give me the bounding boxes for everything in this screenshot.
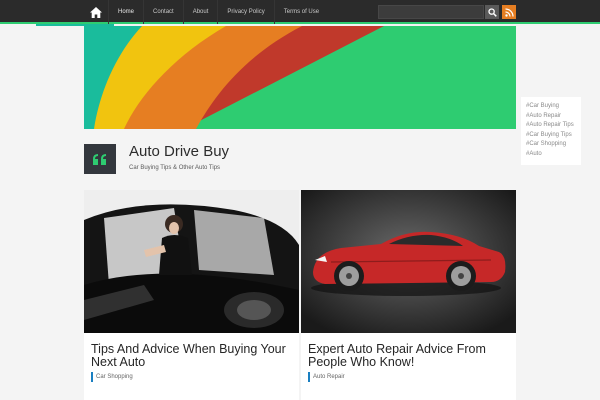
nav-item-terms-of-use[interactable]: Terms of Use — [273, 0, 328, 24]
home-icon[interactable] — [84, 0, 108, 24]
site-title[interactable]: Auto Drive Buy — [129, 143, 229, 160]
tag-auto-repair-tips[interactable]: #Auto Repair Tips — [526, 121, 576, 131]
post-category[interactable]: Auto Repair — [308, 372, 345, 382]
post-title[interactable]: Expert Auto Repair Advice From People Wh… — [308, 343, 513, 369]
post-card: Tips And Advice When Buying Your Next Au… — [84, 190, 299, 400]
post-category[interactable]: Car Shopping — [91, 372, 133, 382]
post-thumbnail[interactable] — [301, 190, 516, 333]
quote-icon[interactable] — [84, 144, 116, 174]
nav-item-about[interactable]: About — [182, 0, 218, 24]
hero-banner — [84, 26, 516, 129]
site-tagline: Car Buying Tips & Other Auto Tips — [129, 165, 221, 171]
nav-item-privacy-policy[interactable]: Privacy Policy — [217, 0, 273, 24]
tag-auto-repair[interactable]: #Auto Repair — [526, 112, 576, 122]
tag-auto[interactable]: #Auto — [526, 150, 576, 160]
search-input[interactable] — [378, 5, 484, 19]
post-card: Expert Auto Repair Advice From People Wh… — [301, 190, 516, 400]
nav-item-home[interactable]: Home — [108, 0, 143, 24]
nav-item-contact[interactable]: Contact — [143, 0, 183, 24]
tag-list-widget: #Car Buying #Auto Repair #Auto Repair Ti… — [521, 97, 581, 165]
tag-car-shopping[interactable]: #Car Shopping — [526, 140, 576, 150]
main-menu: Home Contact About Privacy Policy Terms … — [108, 0, 328, 24]
search-icon[interactable] — [485, 5, 499, 19]
tag-car-buying[interactable]: #Car Buying — [526, 102, 576, 112]
tag-car-buying-tips[interactable]: #Car Buying Tips — [526, 131, 576, 141]
rss-icon[interactable] — [502, 5, 516, 19]
top-nav-bar: Home Contact About Privacy Policy Terms … — [0, 0, 600, 26]
post-title[interactable]: Tips And Advice When Buying Your Next Au… — [91, 343, 296, 369]
post-thumbnail[interactable] — [84, 190, 299, 333]
top-nav-inner: Home Contact About Privacy Policy Terms … — [84, 0, 516, 24]
